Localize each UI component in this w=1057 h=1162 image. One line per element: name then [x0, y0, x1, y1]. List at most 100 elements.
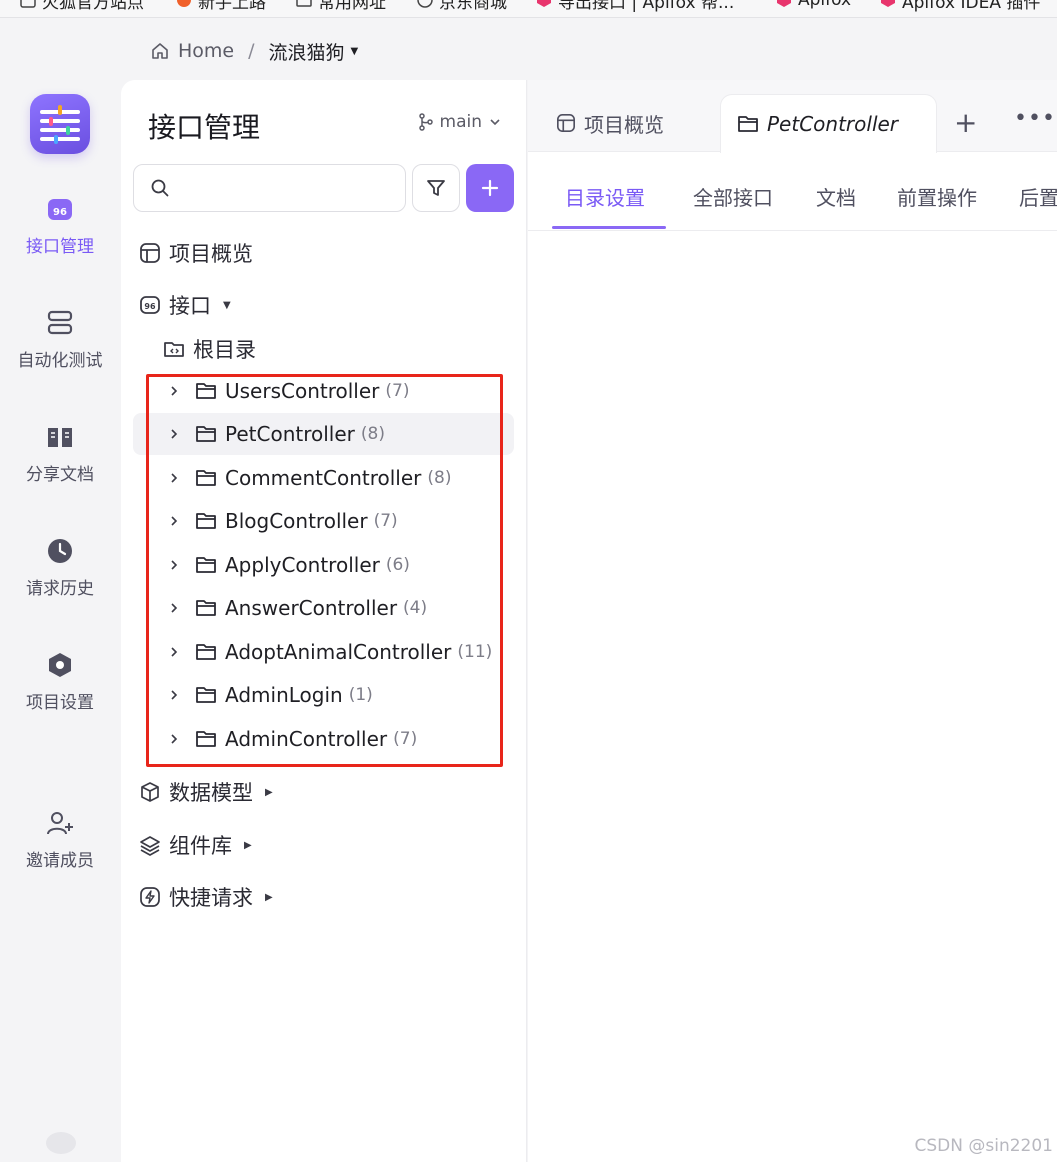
chevron-right-icon[interactable] — [163, 646, 185, 658]
rail-item-api-management[interactable]: 96 接口管理 — [0, 194, 120, 257]
caret-down-icon[interactable]: ▼ — [223, 300, 231, 311]
chevron-right-icon[interactable] — [163, 515, 185, 527]
subtab-directory-settings[interactable]: 目录设置 — [565, 172, 645, 230]
controller-name: ApplyController — [225, 553, 380, 577]
chevron-right-icon[interactable] — [163, 602, 185, 614]
automation-icon — [47, 310, 73, 335]
folder-icon — [195, 424, 217, 444]
subtab-label: 目录设置 — [565, 186, 645, 210]
folder-icon — [195, 468, 217, 488]
tree-item-controller[interactable]: AdminController (7) — [133, 718, 514, 760]
rail-item-project-settings[interactable]: 项目设置 — [0, 650, 120, 713]
subtab-post-operations[interactable]: 后置 — [1019, 172, 1057, 230]
caret-right-icon[interactable]: ▶ — [244, 840, 252, 851]
tree-item-controller[interactable]: BlogController (7) — [133, 500, 514, 542]
rail-label: 分享文档 — [26, 465, 94, 485]
subtab-label: 前置操作 — [897, 186, 977, 210]
caret-right-icon[interactable]: ▶ — [265, 892, 273, 903]
tree-item-components[interactable]: 组件库 ▶ — [139, 830, 252, 860]
controller-count: (1) — [348, 685, 373, 705]
branch-selector[interactable]: main — [418, 112, 502, 132]
tree-item-overview[interactable]: 项目概览 — [139, 238, 253, 268]
folder-icon — [195, 511, 217, 531]
bookmark-item[interactable]: 新手上路 — [176, 0, 266, 13]
tree-item-controller[interactable]: CommentController (8) — [133, 457, 514, 499]
rail-label: 接口管理 — [26, 237, 94, 257]
bookmark-item[interactable]: Apifox IDEA 插件 — [880, 0, 1041, 13]
folder-icon — [737, 114, 759, 134]
tree-item-quick-requests[interactable]: 快捷请求 ▶ — [139, 882, 273, 912]
subtab-docs[interactable]: 文档 — [816, 172, 856, 230]
controller-name: AnswerController — [225, 596, 398, 620]
tab-pet-controller[interactable]: PetController — [720, 94, 937, 153]
app-logo[interactable] — [30, 94, 90, 154]
api-sidebar: 接口管理 main 项目概览 96 接口 ▼ 根目录 UsersControll… — [121, 80, 527, 1162]
chevron-right-icon[interactable] — [163, 428, 185, 440]
tree-label: 组件库 — [169, 834, 232, 858]
chevron-right-icon[interactable] — [163, 385, 185, 397]
subtab-all-interfaces[interactable]: 全部接口 — [693, 172, 773, 230]
breadcrumb-project[interactable]: 流浪猫狗 — [269, 38, 345, 65]
controller-name: AdminController — [225, 727, 388, 751]
tree-item-interfaces[interactable]: 96 接口 ▼ — [139, 290, 231, 320]
chevron-down-icon — [490, 119, 500, 126]
chevron-right-icon[interactable] — [163, 559, 185, 571]
controller-name: CommentController — [225, 466, 422, 490]
active-subtab-indicator — [552, 226, 666, 229]
controller-count: (8) — [360, 424, 385, 444]
tree-item-data-models[interactable]: 数据模型 ▶ — [139, 777, 273, 807]
controller-count: (8) — [427, 468, 452, 488]
subtab-pre-operations[interactable]: 前置操作 — [897, 172, 977, 230]
tab-project-overview[interactable]: 项目概览 — [556, 94, 664, 152]
tree-item-controller[interactable]: PetController (8) — [133, 413, 514, 455]
new-tab-plus-icon[interactable]: + — [954, 106, 977, 139]
chevron-right-icon[interactable] — [163, 689, 185, 701]
controller-count: (11) — [457, 642, 493, 662]
cube-icon — [139, 781, 161, 803]
bookmark-item[interactable]: 火狐官方站点 — [20, 0, 144, 13]
bookmark-item[interactable]: Apifox — [776, 0, 851, 10]
folder-icon — [195, 685, 217, 705]
tree-item-controller[interactable]: ApplyController (6) — [133, 544, 514, 586]
filter-button[interactable] — [412, 164, 460, 212]
caret-right-icon[interactable]: ▶ — [265, 787, 273, 798]
breadcrumb-separator: / — [248, 40, 255, 62]
tree-item-controller[interactable]: AnswerController (4) — [133, 587, 514, 629]
branch-icon — [418, 113, 433, 131]
tree-item-root[interactable]: 根目录 — [163, 334, 256, 364]
bookmark-item[interactable]: 京东商城 — [417, 0, 507, 13]
firefox-icon — [20, 0, 36, 8]
subtab-label: 全部接口 — [693, 186, 773, 210]
tree-item-controller[interactable]: UsersController (7) — [133, 370, 514, 412]
tree-label: 根目录 — [193, 338, 256, 362]
search-input[interactable] — [180, 178, 405, 198]
bookmark-label: 新手上路 — [198, 0, 266, 13]
controller-name: AdoptAnimalController — [225, 640, 452, 664]
rail-item-invite-members[interactable]: 邀请成员 — [0, 808, 120, 871]
settings-icon — [49, 653, 71, 677]
controller-name: AdminLogin — [225, 683, 343, 707]
clock-icon — [48, 539, 72, 563]
search-field[interactable] — [133, 164, 406, 212]
invite-user-icon — [47, 812, 73, 835]
tree-item-controller[interactable]: AdoptAnimalController (11) — [133, 631, 514, 673]
firefox-icon — [177, 0, 191, 7]
rail-item-automation[interactable]: 自动化测试 — [0, 308, 120, 371]
folder-icon — [195, 598, 217, 618]
bookmark-label: Apifox IDEA 插件 — [902, 0, 1041, 13]
rail-item-share-docs[interactable]: 分享文档 — [0, 422, 120, 485]
breadcrumb-home[interactable]: Home — [178, 40, 234, 62]
add-button[interactable] — [466, 164, 514, 212]
more-options-icon[interactable]: ••• — [1014, 106, 1056, 131]
caret-down-icon[interactable]: ▼ — [351, 46, 359, 57]
home-icon[interactable] — [150, 41, 170, 61]
chevron-right-icon[interactable] — [163, 733, 185, 745]
tab-bar: 项目概览 PetController + ••• — [528, 80, 1057, 153]
user-avatar[interactable] — [46, 1132, 76, 1154]
bookmark-item[interactable]: 导出接口 | Apifox 帮... — [536, 0, 734, 13]
chevron-right-icon[interactable] — [163, 472, 185, 484]
rail-item-request-history[interactable]: 请求历史 — [0, 536, 120, 599]
controller-count: (7) — [393, 729, 418, 749]
tree-item-controller[interactable]: AdminLogin (1) — [133, 674, 514, 716]
bookmark-item[interactable]: 常用网址 — [296, 0, 386, 13]
